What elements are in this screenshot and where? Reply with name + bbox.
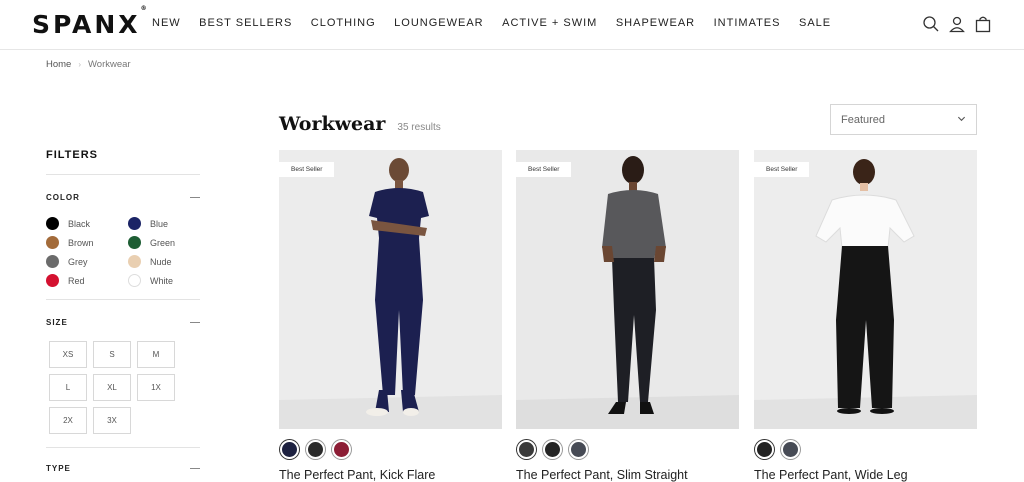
size-options: XS S M L XL 1X 2X 3X	[49, 341, 200, 434]
size-option-1x[interactable]: 1X	[137, 374, 175, 401]
product-card[interactable]: Best Seller The Perfect Pant, Wide Leg	[754, 150, 977, 482]
filters-title: FILTERS	[46, 149, 200, 175]
type-filter-header[interactable]: TYPE	[46, 464, 200, 473]
collapse-icon[interactable]	[190, 322, 200, 323]
page-title: Workwear	[279, 113, 386, 135]
collapse-icon[interactable]	[190, 197, 200, 198]
color-option-brown[interactable]: Brown	[46, 236, 128, 249]
color-option-grey[interactable]: Grey	[46, 255, 128, 268]
product-image[interactable]: Best Seller	[754, 150, 977, 429]
color-label: Green	[150, 237, 176, 248]
product-card[interactable]: Best Seller The Perfect Pant, Kick Flare	[279, 150, 502, 482]
product-swatch[interactable]	[569, 440, 588, 459]
color-option-blue[interactable]: Blue	[128, 217, 200, 230]
size-option-l[interactable]: L	[49, 374, 87, 401]
header-icons	[914, 15, 992, 33]
color-filter-header[interactable]: COLOR	[46, 193, 200, 202]
color-label: Nude	[150, 256, 172, 267]
model-kick-flare-icon	[279, 150, 502, 429]
breadcrumb-current: Workwear	[88, 59, 131, 70]
title-row: Workwear 35 results	[279, 113, 441, 135]
sort-selected: Featured	[841, 113, 886, 126]
nav-active-swim[interactable]: ACTIVE + SWIM	[502, 17, 597, 29]
color-filter: COLOR Black Blue Brown Green Grey Nude R…	[46, 175, 200, 300]
product-image[interactable]: Best Seller	[516, 150, 739, 429]
best-seller-badge: Best Seller	[754, 162, 810, 177]
collapse-icon[interactable]	[190, 468, 200, 469]
color-label: Brown	[68, 237, 94, 248]
product-color-swatches	[755, 440, 977, 459]
nav-sale[interactable]: SALE	[799, 17, 831, 29]
model-slim-straight-icon	[516, 150, 739, 429]
product-name[interactable]: The Perfect Pant, Kick Flare	[279, 468, 502, 482]
product-name[interactable]: The Perfect Pant, Slim Straight	[516, 468, 739, 482]
color-option-nude[interactable]: Nude	[128, 255, 200, 268]
color-option-red[interactable]: Red	[46, 274, 128, 287]
product-swatch[interactable]	[280, 440, 299, 459]
site-header: SPANX® NEW BEST SELLERS CLOTHING LOUNGEW…	[0, 0, 1024, 50]
color-option-black[interactable]: Black	[46, 217, 128, 230]
bag-icon[interactable]	[974, 15, 992, 33]
color-swatch	[46, 236, 59, 249]
breadcrumb: Home › Workwear	[46, 59, 131, 70]
breadcrumb-home[interactable]: Home	[46, 59, 71, 70]
type-filter: TYPE	[46, 448, 200, 481]
color-options: Black Blue Brown Green Grey Nude Red Whi…	[46, 217, 200, 287]
best-seller-badge: Best Seller	[516, 162, 572, 177]
product-swatch[interactable]	[306, 440, 325, 459]
color-option-white[interactable]: White	[128, 274, 200, 287]
nav-clothing[interactable]: CLOTHING	[311, 17, 376, 29]
color-swatch	[46, 217, 59, 230]
size-filter-heading: SIZE	[46, 318, 68, 327]
search-icon[interactable]	[922, 15, 940, 33]
account-icon[interactable]	[948, 15, 966, 33]
product-swatch[interactable]	[543, 440, 562, 459]
nav-new[interactable]: NEW	[152, 17, 181, 29]
color-swatch	[46, 255, 59, 268]
color-option-green[interactable]: Green	[128, 236, 200, 249]
color-label: Blue	[150, 218, 169, 229]
size-filter: SIZE XS S M L XL 1X 2X 3X	[46, 300, 200, 448]
nav-intimates[interactable]: INTIMATES	[714, 17, 781, 29]
breadcrumb-separator: ›	[78, 60, 82, 69]
nav-shapewear[interactable]: SHAPEWEAR	[616, 17, 695, 29]
nav-best-sellers[interactable]: BEST SELLERS	[199, 17, 292, 29]
product-card[interactable]: Best Seller The Perfect Pant, Slim Strai…	[516, 150, 739, 482]
color-label: Grey	[68, 256, 88, 267]
product-name[interactable]: The Perfect Pant, Wide Leg	[754, 468, 977, 482]
color-label: Black	[68, 218, 91, 229]
size-option-3x[interactable]: 3X	[93, 407, 131, 434]
color-label: White	[150, 275, 174, 286]
product-image[interactable]: Best Seller	[279, 150, 502, 429]
model-wide-leg-icon	[754, 150, 977, 429]
type-filter-heading: TYPE	[46, 464, 71, 473]
product-swatch[interactable]	[517, 440, 536, 459]
sort-dropdown[interactable]: Featured	[830, 104, 977, 135]
brand-logo[interactable]: SPANX®	[32, 5, 147, 39]
product-swatch[interactable]	[755, 440, 774, 459]
product-swatch[interactable]	[332, 440, 351, 459]
color-swatch	[128, 274, 141, 287]
best-seller-badge: Best Seller	[279, 162, 335, 177]
size-option-xl[interactable]: XL	[93, 374, 131, 401]
main-nav: NEW BEST SELLERS CLOTHING LOUNGEWEAR ACT…	[152, 17, 850, 29]
size-option-xs[interactable]: XS	[49, 341, 87, 368]
product-swatch[interactable]	[781, 440, 800, 459]
product-color-swatches	[517, 440, 739, 459]
product-color-swatches	[280, 440, 502, 459]
chevron-down-icon	[957, 114, 966, 126]
result-count: 35 results	[397, 122, 441, 133]
color-label: Red	[68, 275, 85, 286]
nav-loungewear[interactable]: LOUNGEWEAR	[394, 17, 483, 29]
size-filter-header[interactable]: SIZE	[46, 318, 200, 327]
color-swatch	[46, 274, 59, 287]
color-swatch	[128, 255, 141, 268]
filters-sidebar: FILTERS COLOR Black Blue Brown Green Gre…	[46, 149, 200, 481]
color-filter-heading: COLOR	[46, 193, 80, 202]
color-swatch	[128, 217, 141, 230]
size-option-m[interactable]: M	[137, 341, 175, 368]
color-swatch	[128, 236, 141, 249]
size-option-2x[interactable]: 2X	[49, 407, 87, 434]
size-option-s[interactable]: S	[93, 341, 131, 368]
